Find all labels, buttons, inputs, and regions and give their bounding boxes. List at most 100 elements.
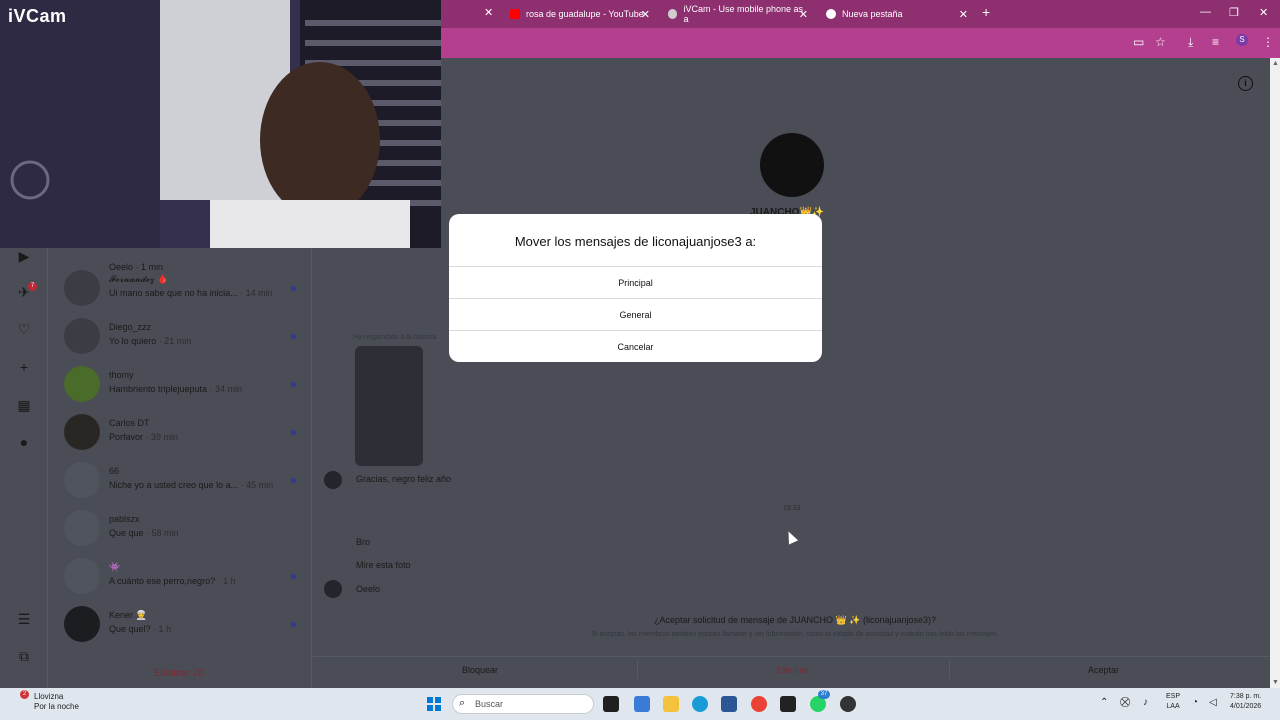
message-bubble: Oeelo [356, 584, 381, 594]
taskbar-search[interactable]: ⌕ Buscar [452, 694, 594, 714]
volume-icon[interactable]: ◁ [1209, 697, 1217, 708]
dm-thread[interactable]: 𝓕𝓮𝓻𝓷𝓪𝓷𝓭𝓮𝔃 🩸 Ui mano sabe que no ha inici… [49, 264, 311, 312]
scroll-down-icon[interactable]: ▼ [1272, 679, 1279, 686]
scroll-up-icon[interactable]: ▲ [1272, 60, 1279, 67]
dashboard-icon[interactable]: ▦ [16, 397, 32, 413]
clock-date: 4/01/2026 [1230, 703, 1262, 710]
create-icon[interactable]: + [16, 359, 32, 375]
apps-icon[interactable]: ⧉ [16, 648, 32, 664]
dm-thread[interactable]: Diego_zzz Yo lo quiero · 21 min [49, 312, 311, 360]
dm-time: · 21 min [158, 336, 192, 346]
request-action-bar: Bloquear Eliminar Aceptar [313, 656, 1270, 680]
cast-icon[interactable]: ▭ [1133, 35, 1144, 49]
globe-icon [668, 9, 678, 19]
unread-dot [291, 430, 296, 435]
minimize-icon[interactable]: — [1200, 6, 1211, 18]
profile-avatar-icon[interactable]: ● [16, 434, 32, 450]
move-to-general-button[interactable]: General [449, 298, 822, 330]
windows-start-icon[interactable] [427, 697, 441, 711]
dm-time: · 34 min [209, 384, 243, 394]
messages-badge: 7 [28, 282, 37, 291]
delete-button[interactable]: Eliminar [777, 665, 810, 675]
close-window-icon[interactable]: ✕ [1259, 6, 1268, 19]
dm-name: Carlos DT [109, 418, 150, 428]
download-icon[interactable]: ⤓ [1188, 35, 1193, 50]
dm-preview: Hambriento triplejueputa [109, 384, 208, 394]
media-queue-icon[interactable]: ≡ [1212, 35, 1219, 49]
weather-widget[interactable]: Llovizna Por la noche [18, 692, 79, 712]
unread-dot [291, 334, 296, 339]
copilot-icon[interactable] [634, 696, 650, 712]
unread-dot [291, 382, 296, 387]
avatar [64, 558, 100, 594]
divider [637, 661, 638, 679]
notifications-icon[interactable]: ♡ [16, 321, 32, 337]
move-to-primary-button[interactable]: Principal [449, 266, 822, 298]
capcut-icon[interactable] [780, 696, 796, 712]
sender-avatar [324, 580, 342, 598]
story-thumbnail[interactable] [355, 346, 423, 466]
store-icon[interactable] [721, 696, 737, 712]
sender-avatar [324, 471, 342, 489]
language-code: ESP [1166, 693, 1181, 700]
search-icon: ⌕ [459, 697, 466, 709]
tab-youtube[interactable]: rosa de guadalupe - YouTube ✕ [502, 3, 654, 25]
dm-thread[interactable]: Carlos DT Porfavor · 39 min [49, 408, 311, 456]
webcam-overlay: iVCam [0, 0, 441, 248]
close-icon[interactable]: ✕ [641, 8, 650, 21]
delete-all-requests-button[interactable]: Eliminar 20 [154, 668, 204, 679]
new-tab-button[interactable]: + [982, 4, 990, 20]
chrome-icon[interactable] [751, 696, 767, 712]
chrome-icon [826, 9, 836, 19]
block-button[interactable]: Bloquear [462, 665, 498, 675]
edge-icon[interactable] [692, 696, 708, 712]
system-clock[interactable]: 7:38 p. m. 4/01/2026 [1230, 692, 1261, 712]
move-messages-dialog: Mover los mensajes de liconajuanjose3 a:… [449, 214, 822, 362]
message-bubble: Gracias, negro feliz año [356, 474, 452, 484]
tray-overflow-icon[interactable]: ⌃ [1100, 697, 1108, 708]
search-placeholder: Buscar [475, 699, 504, 709]
dm-time: · 39 min [145, 432, 179, 442]
bookmark-star-icon[interactable]: ☆ [1155, 35, 1166, 49]
windows-taskbar: 2 Llovizna Por la noche ⌕ Buscar 37 ⌃ ⛒ … [0, 688, 1280, 720]
dm-name: pablszx [109, 514, 140, 524]
microphone-icon[interactable]: ♪ [1143, 697, 1148, 708]
keyboard-layout: LAA [1166, 703, 1180, 710]
avatar [64, 318, 100, 354]
dm-name: thomy [109, 370, 134, 380]
dm-thread[interactable]: thomy Hambriento triplejueputa · 34 min [49, 360, 311, 408]
accept-button[interactable]: Aceptar [1088, 665, 1119, 675]
dm-name: Diego_zzz [109, 322, 152, 332]
network-icon[interactable]: ⛒ [1120, 697, 1130, 708]
tab-new-tab[interactable]: Nueva pestaña ✕ [818, 3, 972, 25]
tab-title: iVCam - Use mobile phone as a [683, 4, 804, 24]
dm-preview: Ui mano sabe que no ha inicia... [109, 288, 238, 298]
cancel-button[interactable]: Cancelar [449, 330, 822, 362]
dm-name: 𝓕𝓮𝓻𝓷𝓪𝓷𝓭𝓮𝔃 🩸 [109, 274, 169, 284]
file-explorer-icon[interactable] [663, 696, 679, 712]
whatsapp-badge: 37 [818, 690, 830, 699]
info-icon[interactable]: i [1238, 76, 1253, 91]
restore-icon[interactable]: ❐ [1229, 6, 1239, 19]
task-view-icon[interactable] [603, 696, 619, 712]
input-language[interactable]: ESP LAA [1166, 692, 1180, 712]
menu-kebab-icon[interactable]: ⋮ [1262, 35, 1274, 49]
reels-icon[interactable]: ▶ [16, 248, 32, 264]
dm-thread[interactable]: 66 Niche yo a usted creo que lo a... · 4… [49, 456, 311, 504]
profile-avatar[interactable] [760, 133, 824, 197]
tab-ivcam[interactable]: iVCam - Use mobile phone as a ✕ [660, 3, 812, 25]
dm-name: 66 [109, 466, 120, 476]
tab-title: rosa de guadalupe - YouTube [526, 9, 644, 19]
dm-time: · 14 min [240, 288, 273, 298]
wifi-icon[interactable]: ◔ [1192, 697, 1198, 708]
profile-icon[interactable]: S [1236, 34, 1248, 46]
page-scrollbar[interactable]: ▲ ▼ [1270, 58, 1280, 688]
app-icon[interactable] [840, 696, 856, 712]
dm-thread[interactable]: 👾 A cuánto ese perro,negro? · 1 h [49, 552, 311, 600]
close-icon[interactable]: ✕ [799, 8, 808, 21]
close-icon[interactable]: ✕ [484, 6, 493, 19]
unread-dot [291, 478, 296, 483]
dm-thread[interactable]: pablszx Que que · 58 min [49, 504, 311, 552]
close-icon[interactable]: ✕ [959, 8, 968, 21]
story-reply-note: Ha respondido a la historia [353, 334, 437, 341]
